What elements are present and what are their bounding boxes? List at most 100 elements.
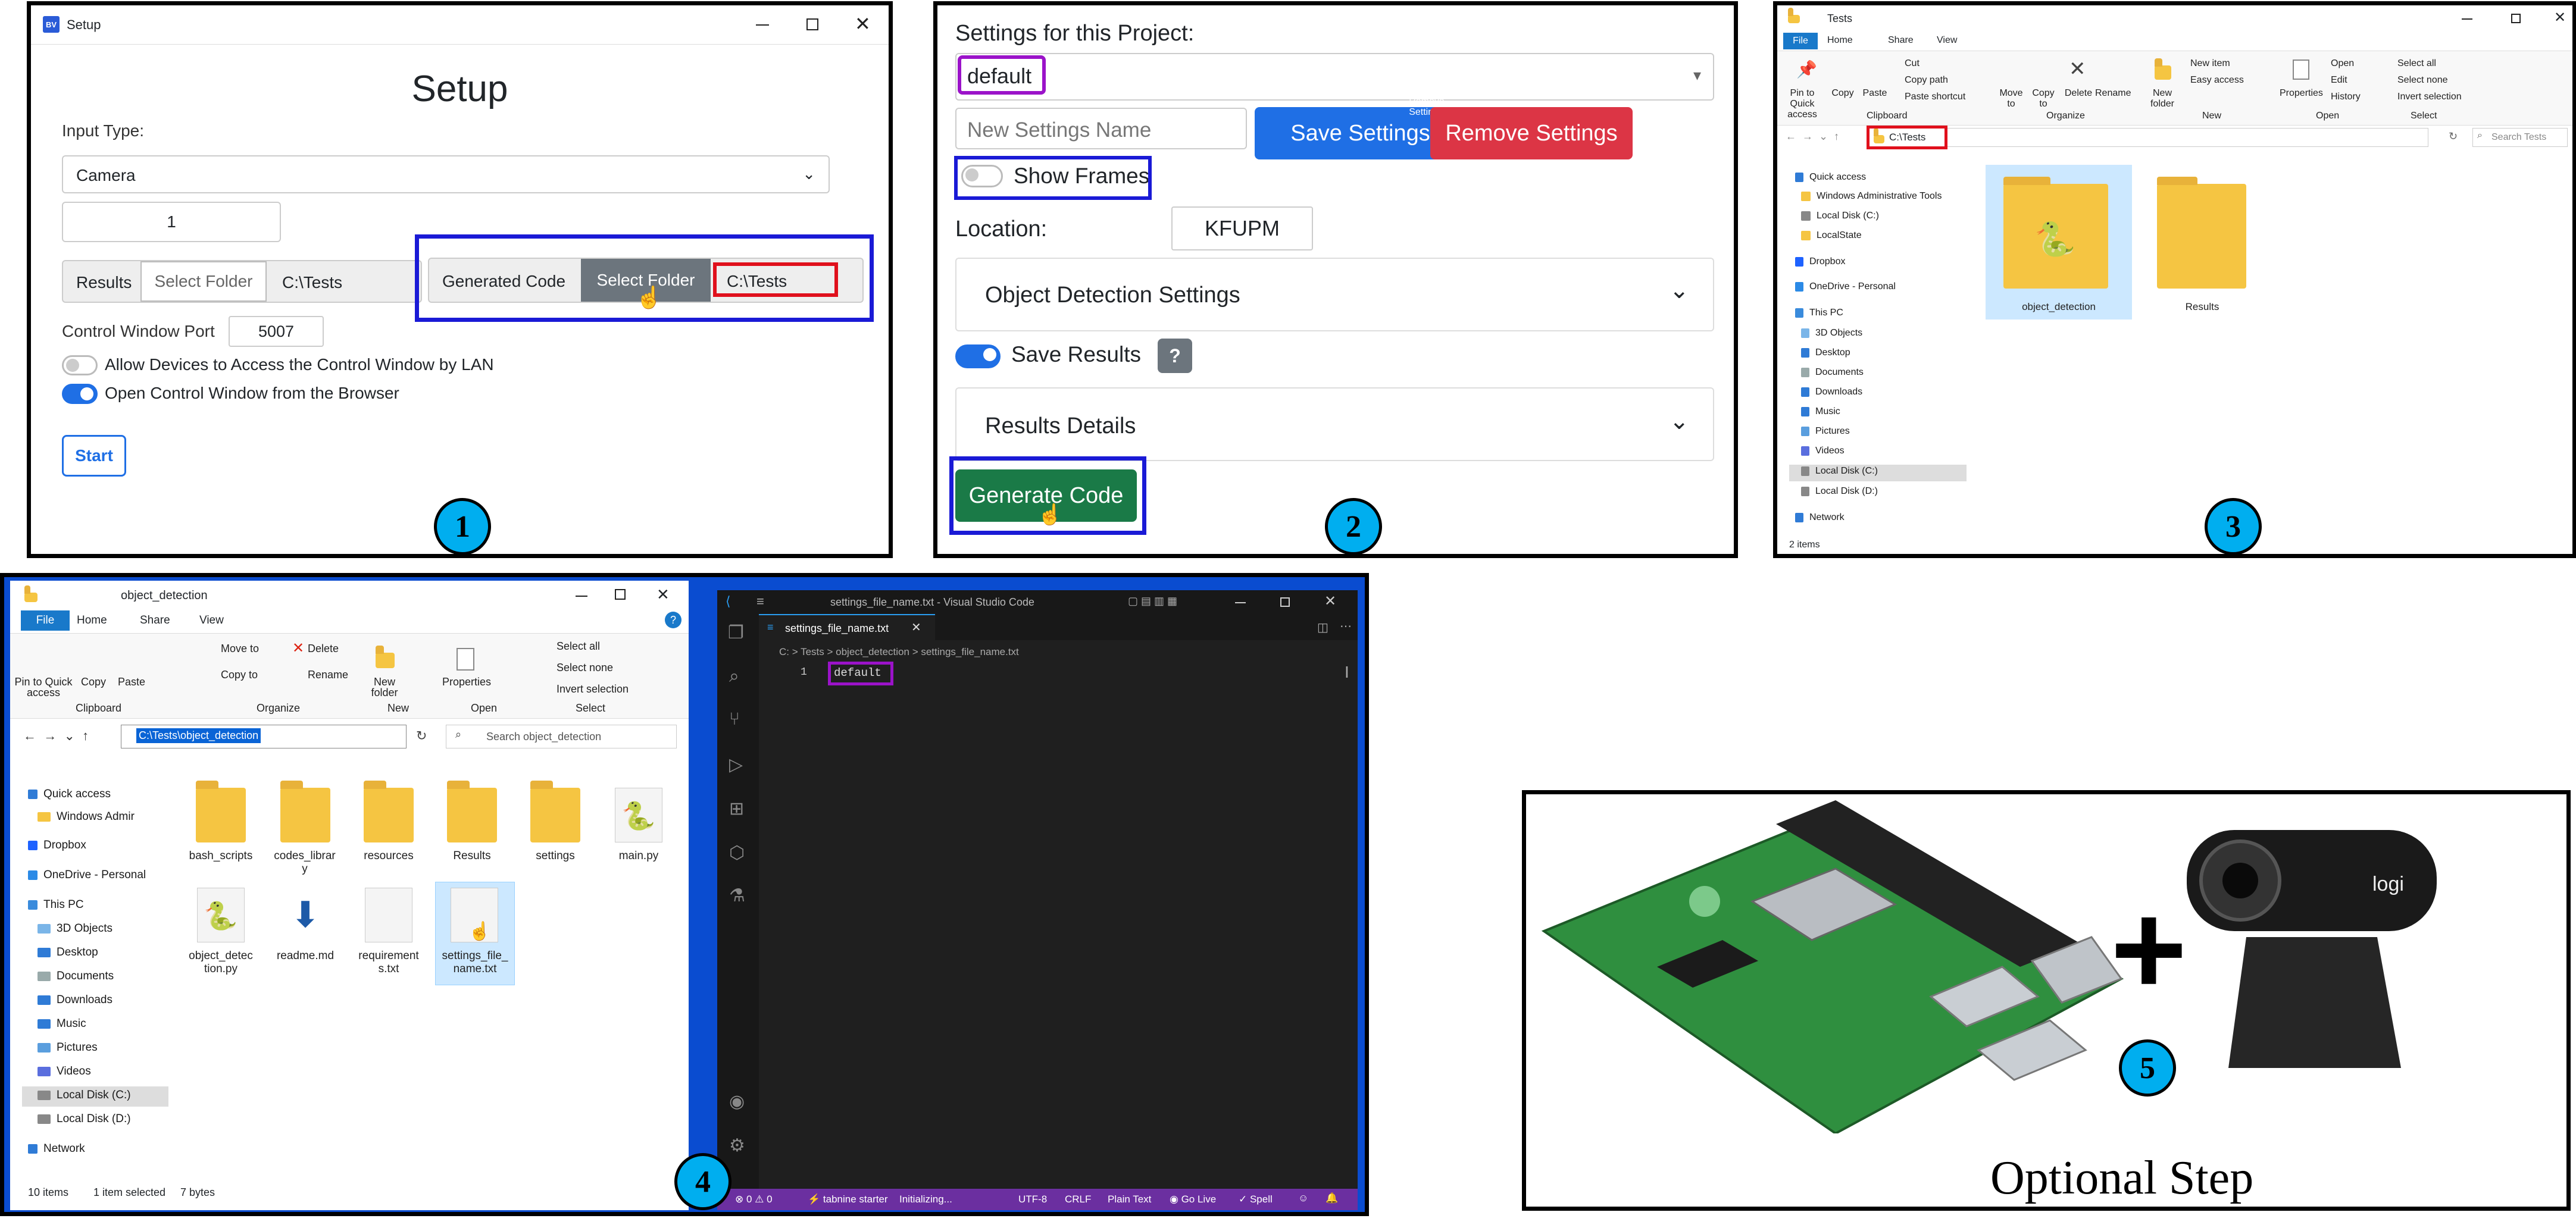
- new-item-button[interactable]: New item: [2190, 58, 2230, 69]
- tree-local-disk-d[interactable]: Local Disk (D:): [37, 1113, 131, 1126]
- new-folder-button[interactable]: New folder: [2147, 88, 2177, 109]
- nav-arrows[interactable]: ← → ⌄ ↑: [1786, 130, 1839, 143]
- tree-desktop[interactable]: Desktop: [1801, 347, 1850, 358]
- tree-documents[interactable]: Documents: [37, 970, 114, 983]
- address-bar[interactable]: [1867, 128, 2428, 147]
- language-status[interactable]: Plain Text: [1108, 1194, 1151, 1205]
- pin-button[interactable]: Pin to Quick access: [14, 676, 73, 698]
- settings-select[interactable]: ▾: [955, 53, 1714, 101]
- tree-3d-objects[interactable]: 3D Objects: [1801, 328, 1862, 339]
- object-detection-accordion[interactable]: Object Detection Settings ⌄: [955, 258, 1714, 331]
- account-icon[interactable]: ◉: [729, 1091, 745, 1112]
- edit-button[interactable]: Edit: [2331, 75, 2347, 86]
- tree-downloads[interactable]: Downloads: [37, 994, 112, 1007]
- rename-button[interactable]: Rename: [2095, 88, 2131, 99]
- remote-icon[interactable]: ⬡: [729, 842, 745, 863]
- tree-quick-access[interactable]: Quick access: [28, 788, 111, 801]
- address-path-selected[interactable]: C:\Tests\object_detection: [136, 728, 261, 743]
- minimize-icon[interactable]: [2462, 18, 2472, 20]
- easy-access-button[interactable]: Easy access: [2190, 75, 2244, 86]
- menu-icon[interactable]: ≡: [756, 594, 764, 609]
- paste-button[interactable]: Paste: [1858, 88, 1892, 99]
- copy-button[interactable]: Copy: [1826, 88, 1859, 99]
- minimize-icon[interactable]: [756, 24, 769, 26]
- remove-settings-button-visible[interactable]: Remove Settings: [1430, 107, 1633, 159]
- maximize-icon[interactable]: [2511, 14, 2521, 23]
- copy-to-button[interactable]: Copy to: [221, 669, 258, 680]
- tab-share[interactable]: Share: [1888, 35, 1914, 46]
- open-button[interactable]: Open: [2331, 58, 2354, 69]
- pin-button[interactable]: Pin to Quick access: [1780, 88, 1825, 120]
- move-to-button[interactable]: Move to: [1996, 88, 2026, 109]
- bell-icon[interactable]: 🔔: [1325, 1192, 1338, 1204]
- breadcrumb-item[interactable]: object_detection: [836, 646, 909, 657]
- history-button[interactable]: History: [2331, 92, 2361, 102]
- nav-arrows[interactable]: ← → ⌄ ↑: [23, 728, 89, 744]
- close-icon[interactable]: ✕: [855, 12, 871, 35]
- spell-status[interactable]: ✓ Spell: [1239, 1194, 1273, 1205]
- new-folder-button[interactable]: New folder: [365, 676, 404, 698]
- port-input[interactable]: 5007: [229, 316, 324, 347]
- tree-local-disk-c-2[interactable]: Local Disk (C:): [1801, 466, 1878, 477]
- explorer-icon[interactable]: ❐: [728, 622, 744, 643]
- encoding-status[interactable]: UTF-8: [1018, 1194, 1047, 1205]
- help-icon[interactable]: ?: [665, 612, 681, 628]
- tabnine-status[interactable]: ⚡ tabnine starter: [808, 1194, 888, 1205]
- tree-quick-access[interactable]: Quick access: [1795, 172, 1866, 183]
- tree-videos[interactable]: Videos: [1801, 446, 1845, 456]
- problems-count[interactable]: ⊗ 0 ⚠ 0: [735, 1194, 773, 1205]
- select-folder-button[interactable]: Select Folder: [140, 261, 267, 302]
- tab-view[interactable]: View: [199, 614, 224, 627]
- close-icon[interactable]: ✕: [656, 585, 670, 604]
- copy-to-button[interactable]: Copy to: [2028, 88, 2058, 109]
- layout-icons[interactable]: ▢ ▤ ▥ ▦: [1128, 595, 1177, 607]
- editor-tab[interactable]: ≡ settings_file_name.txt ✕: [759, 614, 935, 640]
- breadcrumb-item[interactable]: C:: [779, 646, 789, 657]
- select-none-button[interactable]: Select none: [557, 662, 613, 673]
- maximize-icon[interactable]: [1280, 597, 1290, 607]
- testing-icon[interactable]: ⚗: [729, 885, 745, 906]
- camera-index-input[interactable]: 1: [62, 202, 281, 242]
- select-all-button[interactable]: Select all: [557, 641, 600, 651]
- properties-button[interactable]: Properties: [440, 676, 493, 687]
- new-settings-input[interactable]: New Settings Name: [955, 108, 1247, 149]
- copy-path-button[interactable]: Copy path: [1905, 75, 1948, 86]
- tree-downloads[interactable]: Downloads: [1801, 387, 1862, 397]
- location-input[interactable]: KFUPM: [1171, 206, 1313, 250]
- input-type-select[interactable]: Camera ⌄: [62, 155, 830, 193]
- close-icon[interactable]: ✕: [2554, 9, 2566, 26]
- maximize-icon[interactable]: [615, 589, 626, 600]
- tree-music[interactable]: Music: [1801, 406, 1840, 417]
- minimize-icon[interactable]: [1235, 602, 1246, 603]
- run-debug-icon[interactable]: ▷: [729, 754, 743, 775]
- tree-this-pc[interactable]: This PC: [28, 898, 84, 911]
- tree-localstate[interactable]: LocalState: [1801, 230, 1862, 241]
- tree-documents[interactable]: Documents: [1801, 367, 1864, 378]
- tree-pictures[interactable]: Pictures: [37, 1041, 98, 1054]
- refresh-icon[interactable]: ↻: [416, 728, 427, 744]
- move-to-button[interactable]: Move to: [221, 643, 259, 654]
- breadcrumb-item[interactable]: settings_file_name.txt: [921, 646, 1018, 657]
- open-browser-toggle[interactable]: [62, 384, 98, 404]
- source-control-icon[interactable]: ⑂: [729, 709, 740, 729]
- breadcrumb-item[interactable]: Tests: [801, 646, 824, 657]
- delete-button[interactable]: Delete: [308, 643, 339, 654]
- tree-network[interactable]: Network: [1795, 512, 1845, 523]
- copy-button[interactable]: Copy: [76, 676, 111, 687]
- tree-desktop[interactable]: Desktop: [37, 946, 98, 959]
- tree-onedrive[interactable]: OneDrive - Personal: [28, 869, 146, 882]
- tab-home[interactable]: Home: [1827, 35, 1853, 46]
- help-button[interactable]: ?: [1158, 339, 1192, 373]
- tree-local-disk-d[interactable]: Local Disk (D:): [1801, 486, 1878, 497]
- save-results-toggle[interactable]: [955, 344, 1001, 368]
- tree-this-pc[interactable]: This PC: [1795, 308, 1843, 318]
- minimize-icon[interactable]: [576, 596, 587, 597]
- split-editor-icon[interactable]: ◫: [1317, 620, 1328, 635]
- tab-file[interactable]: File: [21, 610, 70, 631]
- tab-view[interactable]: View: [1937, 35, 1957, 46]
- extensions-icon[interactable]: ⊞: [729, 798, 744, 819]
- feedback-icon[interactable]: ☺: [1298, 1192, 1308, 1204]
- tree-local-disk-c[interactable]: Local Disk (C:): [1801, 211, 1879, 221]
- tab-file[interactable]: File: [1783, 33, 1818, 49]
- tab-home[interactable]: Home: [77, 614, 107, 627]
